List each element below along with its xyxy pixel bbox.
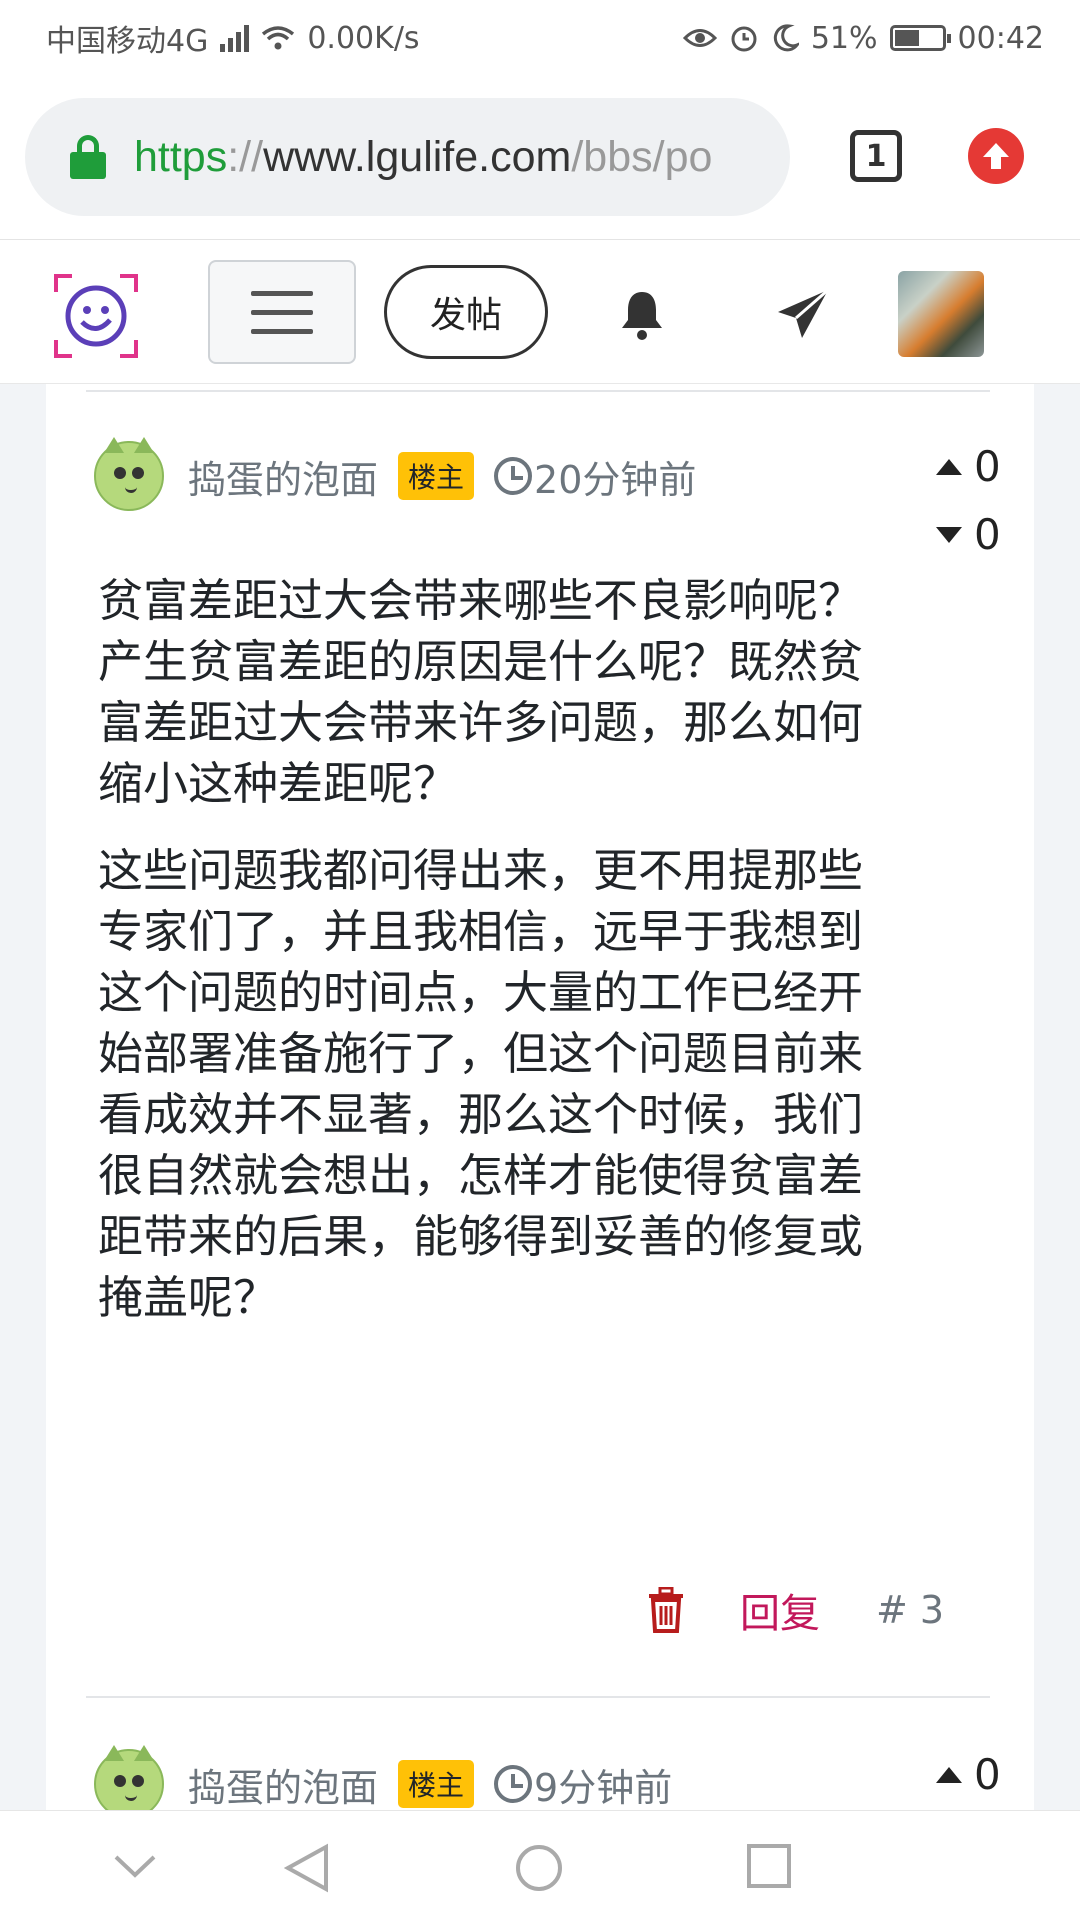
home-icon[interactable] xyxy=(514,1843,564,1893)
new-post-button[interactable]: 发帖 xyxy=(384,265,548,359)
post-paragraph: 这些问题我都问得出来，更不用提那些专家们了，并且我相信，远早于我想到这个问题的时… xyxy=(98,844,864,1324)
address-bar[interactable]: https://www.lgulife.com/bbs/po xyxy=(25,98,790,216)
post-time: 20分钟前 xyxy=(534,457,697,502)
downvote-count: 0 xyxy=(974,510,1001,559)
wifi-icon xyxy=(262,26,295,50)
author-avatar[interactable] xyxy=(94,1745,164,1810)
upvote-button[interactable]: 0 xyxy=(936,442,1001,491)
site-header: 发帖 xyxy=(0,240,1080,384)
network-speed: 0.00K/s xyxy=(307,20,420,56)
floor-number[interactable]: # 3 xyxy=(876,1588,944,1632)
divider xyxy=(86,1696,990,1698)
downvote-button[interactable]: 0 xyxy=(936,510,1001,559)
status-bar: 中国移动4G 0.00K/s 51% 00:42 xyxy=(0,0,1080,76)
post-actions: 回复 # 3 xyxy=(646,1580,944,1640)
upvote-count: 0 xyxy=(974,442,1001,491)
post-body: 贫富差距过大会带来哪些不良影响呢？产生贫富差距的原因是什么呢？既然贫富差距过大会… xyxy=(98,570,868,1354)
eye-icon xyxy=(682,29,717,47)
menu-button[interactable] xyxy=(208,260,356,364)
site-logo[interactable] xyxy=(54,274,138,358)
caret-up-icon xyxy=(936,458,962,475)
post-time: 9分钟前 xyxy=(534,1765,673,1810)
reply-button[interactable]: 回复 xyxy=(740,1581,820,1639)
lock-icon xyxy=(70,135,106,179)
clock-time: 00:42 xyxy=(957,20,1044,56)
carrier-text: 中国移动4G xyxy=(46,24,209,59)
upload-button[interactable] xyxy=(968,128,1024,184)
user-avatar[interactable] xyxy=(898,271,984,357)
battery-percent: 51% xyxy=(810,20,878,56)
author-name[interactable]: 捣蛋的泡面 xyxy=(188,1757,378,1811)
thread-content: 捣蛋的泡面 楼主 20分钟前 0 0 贫富差距过大会带来哪些不良影响呢？产生贫富… xyxy=(0,384,1080,1810)
send-icon[interactable] xyxy=(774,286,832,344)
caret-down-icon xyxy=(936,526,962,543)
op-badge: 楼主 xyxy=(398,1760,475,1808)
back-icon[interactable] xyxy=(284,1843,330,1893)
clock-icon xyxy=(494,1765,533,1803)
post-card: 捣蛋的泡面 楼主 20分钟前 0 0 贫富差距过大会带来哪些不良影响呢？产生贫富… xyxy=(46,384,1034,1810)
clock-icon xyxy=(494,457,533,495)
author-name[interactable]: 捣蛋的泡面 xyxy=(188,449,378,504)
system-navigation-bar xyxy=(0,1810,1080,1920)
bell-icon[interactable] xyxy=(614,286,670,342)
upvote-count: 0 xyxy=(974,1750,1001,1799)
chevron-down-icon[interactable] xyxy=(112,1851,158,1881)
upvote-button[interactable]: 0 xyxy=(936,1750,1001,1799)
url-text[interactable]: https://www.lgulife.com/bbs/po xyxy=(134,133,712,182)
arrow-up-icon xyxy=(983,143,1009,169)
divider xyxy=(86,390,990,392)
post-meta: 捣蛋的泡面 楼主 20分钟前 xyxy=(94,437,697,514)
battery-icon xyxy=(889,25,951,51)
recent-apps-icon[interactable] xyxy=(746,1843,792,1889)
post-paragraph: 贫富差距过大会带来哪些不良影响呢？产生贫富差距的原因是什么呢？既然贫富差距过大会… xyxy=(98,574,864,810)
op-badge: 楼主 xyxy=(398,452,475,500)
trash-icon[interactable] xyxy=(646,1587,686,1633)
caret-up-icon xyxy=(936,1766,962,1783)
alarm-icon xyxy=(731,26,757,52)
tab-count-button[interactable]: 1 xyxy=(850,130,902,182)
signal-icon xyxy=(220,24,250,52)
moon-icon xyxy=(773,24,799,52)
author-avatar[interactable] xyxy=(94,437,164,511)
post-meta: 捣蛋的泡面 楼主 9分钟前 xyxy=(94,1745,673,1811)
browser-toolbar: https://www.lgulife.com/bbs/po 1 xyxy=(0,76,1080,240)
